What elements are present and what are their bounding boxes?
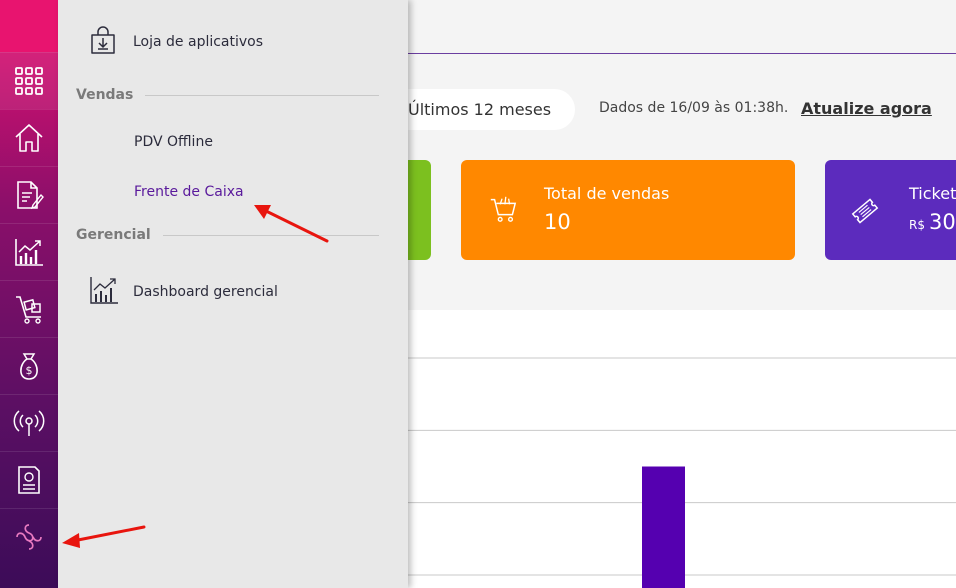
menu-pdv-offline[interactable]: PDV Offline [134,134,213,150]
svg-text:$: $ [26,364,33,377]
kpi-value: 10 [544,210,571,234]
section-divider [162,234,379,236]
data-timestamp: Dados de 16/09 às 01:38h. [599,100,789,116]
menu-dashboard-gerencial[interactable]: Dashboard gerencial [133,284,278,300]
app-store-icon [91,26,115,54]
receipt-icon [18,466,40,494]
app-menu-flyout: Loja de aplicativos Vendas PDV Offline F… [58,0,408,588]
sales-chart-panel [380,310,956,588]
section-gerencial: Gerencial [76,227,379,243]
menu-app-store[interactable]: Loja de aplicativos [133,34,263,50]
period-label: Últimos 12 meses [408,100,552,119]
chart-icon [15,239,43,266]
section-divider [145,94,380,96]
document-edit-icon [17,181,44,210]
rail-item-finance[interactable]: $ [0,337,58,394]
broadcast-icon [13,410,45,436]
currency-label: R$ [909,218,925,232]
plugin-icon [16,524,42,550]
kpi-title: Ticket [909,184,956,203]
header-divider [408,53,956,54]
section-vendas: Vendas [76,87,380,103]
section-title: Vendas [76,87,134,103]
kpi-card-total-sales: Total de vendas 10 [461,160,795,260]
ticket-icon [851,198,879,224]
period-select[interactable]: Últimos 12 meses [380,89,575,130]
refresh-link[interactable]: Atualize agora [801,99,932,118]
rail-item-broadcast[interactable] [0,394,58,451]
shopping-cart-icon [490,196,517,222]
side-rail: $ [0,0,58,588]
rail-item-documents[interactable] [0,166,58,223]
cart-icon [16,296,41,324]
dashboard-chart-icon [90,277,118,304]
rail-item-reports[interactable] [0,223,58,280]
apps-grid-icon [15,67,43,95]
rail-item-apps[interactable] [0,52,58,109]
rail-item-purchases[interactable] [0,280,58,337]
rail-item-invoices[interactable] [0,451,58,508]
chart-bar [642,466,685,588]
rail-item-plugins[interactable] [0,508,58,565]
menu-frente-de-caixa[interactable]: Frente de Caixa [134,184,244,200]
section-title: Gerencial [76,227,151,243]
rail-item-home[interactable] [0,109,58,166]
home-icon [15,124,43,152]
kpi-amount: 30 [928,210,956,234]
money-bag-icon: $ [20,353,38,380]
rail-header [0,0,58,52]
kpi-title: Total de vendas [544,184,670,203]
sales-bar-chart [380,357,956,588]
kpi-value: R$ 30 [909,210,956,234]
kpi-card-ticket: Ticket R$ 30 [825,160,956,260]
